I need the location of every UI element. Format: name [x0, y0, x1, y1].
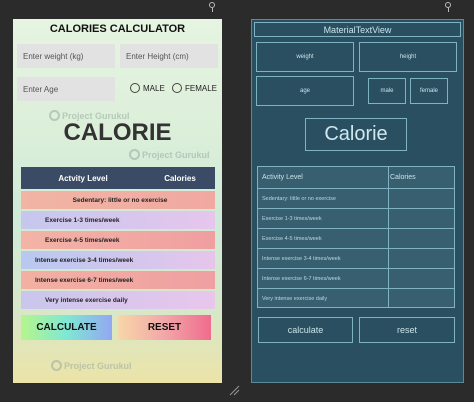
blueprint-height[interactable]: height: [359, 42, 457, 72]
table-row: Intense exercise 3-4 times/week: [21, 251, 215, 269]
resize-handle-icon[interactable]: [228, 384, 240, 396]
table-row: Exercise 4-5 times/week: [21, 231, 215, 249]
col-calories: Calories: [164, 173, 196, 183]
table-row: Exercise 1-3 times/week: [21, 211, 215, 229]
blueprint-title[interactable]: MaterialTextView: [254, 22, 461, 37]
calculate-button[interactable]: CALCULATE: [21, 315, 112, 340]
blueprint-female[interactable]: female: [410, 78, 448, 104]
table-row: Intense exercise 3-4 times/week: [258, 249, 454, 269]
design-preview: CALORIES CALCULATOR Enter weight (kg) En…: [13, 19, 222, 383]
weight-input[interactable]: Enter weight (kg): [17, 44, 115, 68]
app-title: CALORIES CALCULATOR: [49, 23, 186, 35]
blueprint-calculate[interactable]: calculate: [258, 317, 353, 343]
blueprint-male[interactable]: male: [368, 78, 406, 104]
blueprint-reset[interactable]: reset: [359, 317, 455, 343]
table-row: Sedentary: little or no exercise: [258, 189, 454, 209]
reset-button[interactable]: RESET: [118, 315, 211, 340]
blueprint-calorie[interactable]: Calorie: [305, 118, 407, 151]
blueprint-weight[interactable]: weight: [256, 42, 354, 72]
blueprint-table[interactable]: Activity Level Calories Sedentary: littl…: [257, 166, 455, 308]
activity-table: Actvity Level Calories Sedentary: little…: [21, 167, 215, 309]
table-row: Very intense exercise daily: [262, 296, 328, 302]
blueprint-table-header: Activity Level Calories: [258, 167, 454, 189]
blueprint-age[interactable]: age: [256, 76, 354, 106]
project-gurukul-logo-icon: [51, 360, 62, 371]
male-label: MALE: [143, 83, 165, 93]
col-activity: Actvity Level: [58, 173, 108, 183]
pin-icon[interactable]: [208, 2, 216, 12]
table-row: Exercise 1-3 times/week: [258, 209, 454, 229]
table-row: Intense exercise 6-7 times/week: [21, 271, 215, 289]
calorie-heading: CALORIE: [63, 119, 172, 146]
female-label: FEMALE: [185, 83, 218, 93]
table-row: Exercise 4-5 times/week: [258, 229, 454, 249]
height-input[interactable]: Enter Height (cm): [120, 44, 218, 68]
age-input[interactable]: Enter Age: [17, 77, 115, 101]
radio-circle-icon: [172, 83, 182, 93]
project-gurukul-logo-icon: [129, 149, 140, 160]
watermark: Project Gurukul: [129, 149, 210, 160]
table-row: Very intense exercise daily: [21, 291, 215, 309]
pin-icon[interactable]: [444, 2, 452, 12]
watermark: Project Gurukul: [51, 360, 132, 371]
table-row: Sedentary: little or no exercise: [21, 191, 215, 209]
male-radio[interactable]: MALE: [130, 83, 165, 93]
table-row: Intense exercise 6-7 times/week: [258, 269, 454, 289]
blueprint-preview: MaterialTextView weight height age male …: [251, 19, 464, 383]
table-header: Actvity Level Calories: [21, 167, 215, 189]
radio-circle-icon: [130, 83, 140, 93]
female-radio[interactable]: FEMALE: [172, 83, 217, 93]
